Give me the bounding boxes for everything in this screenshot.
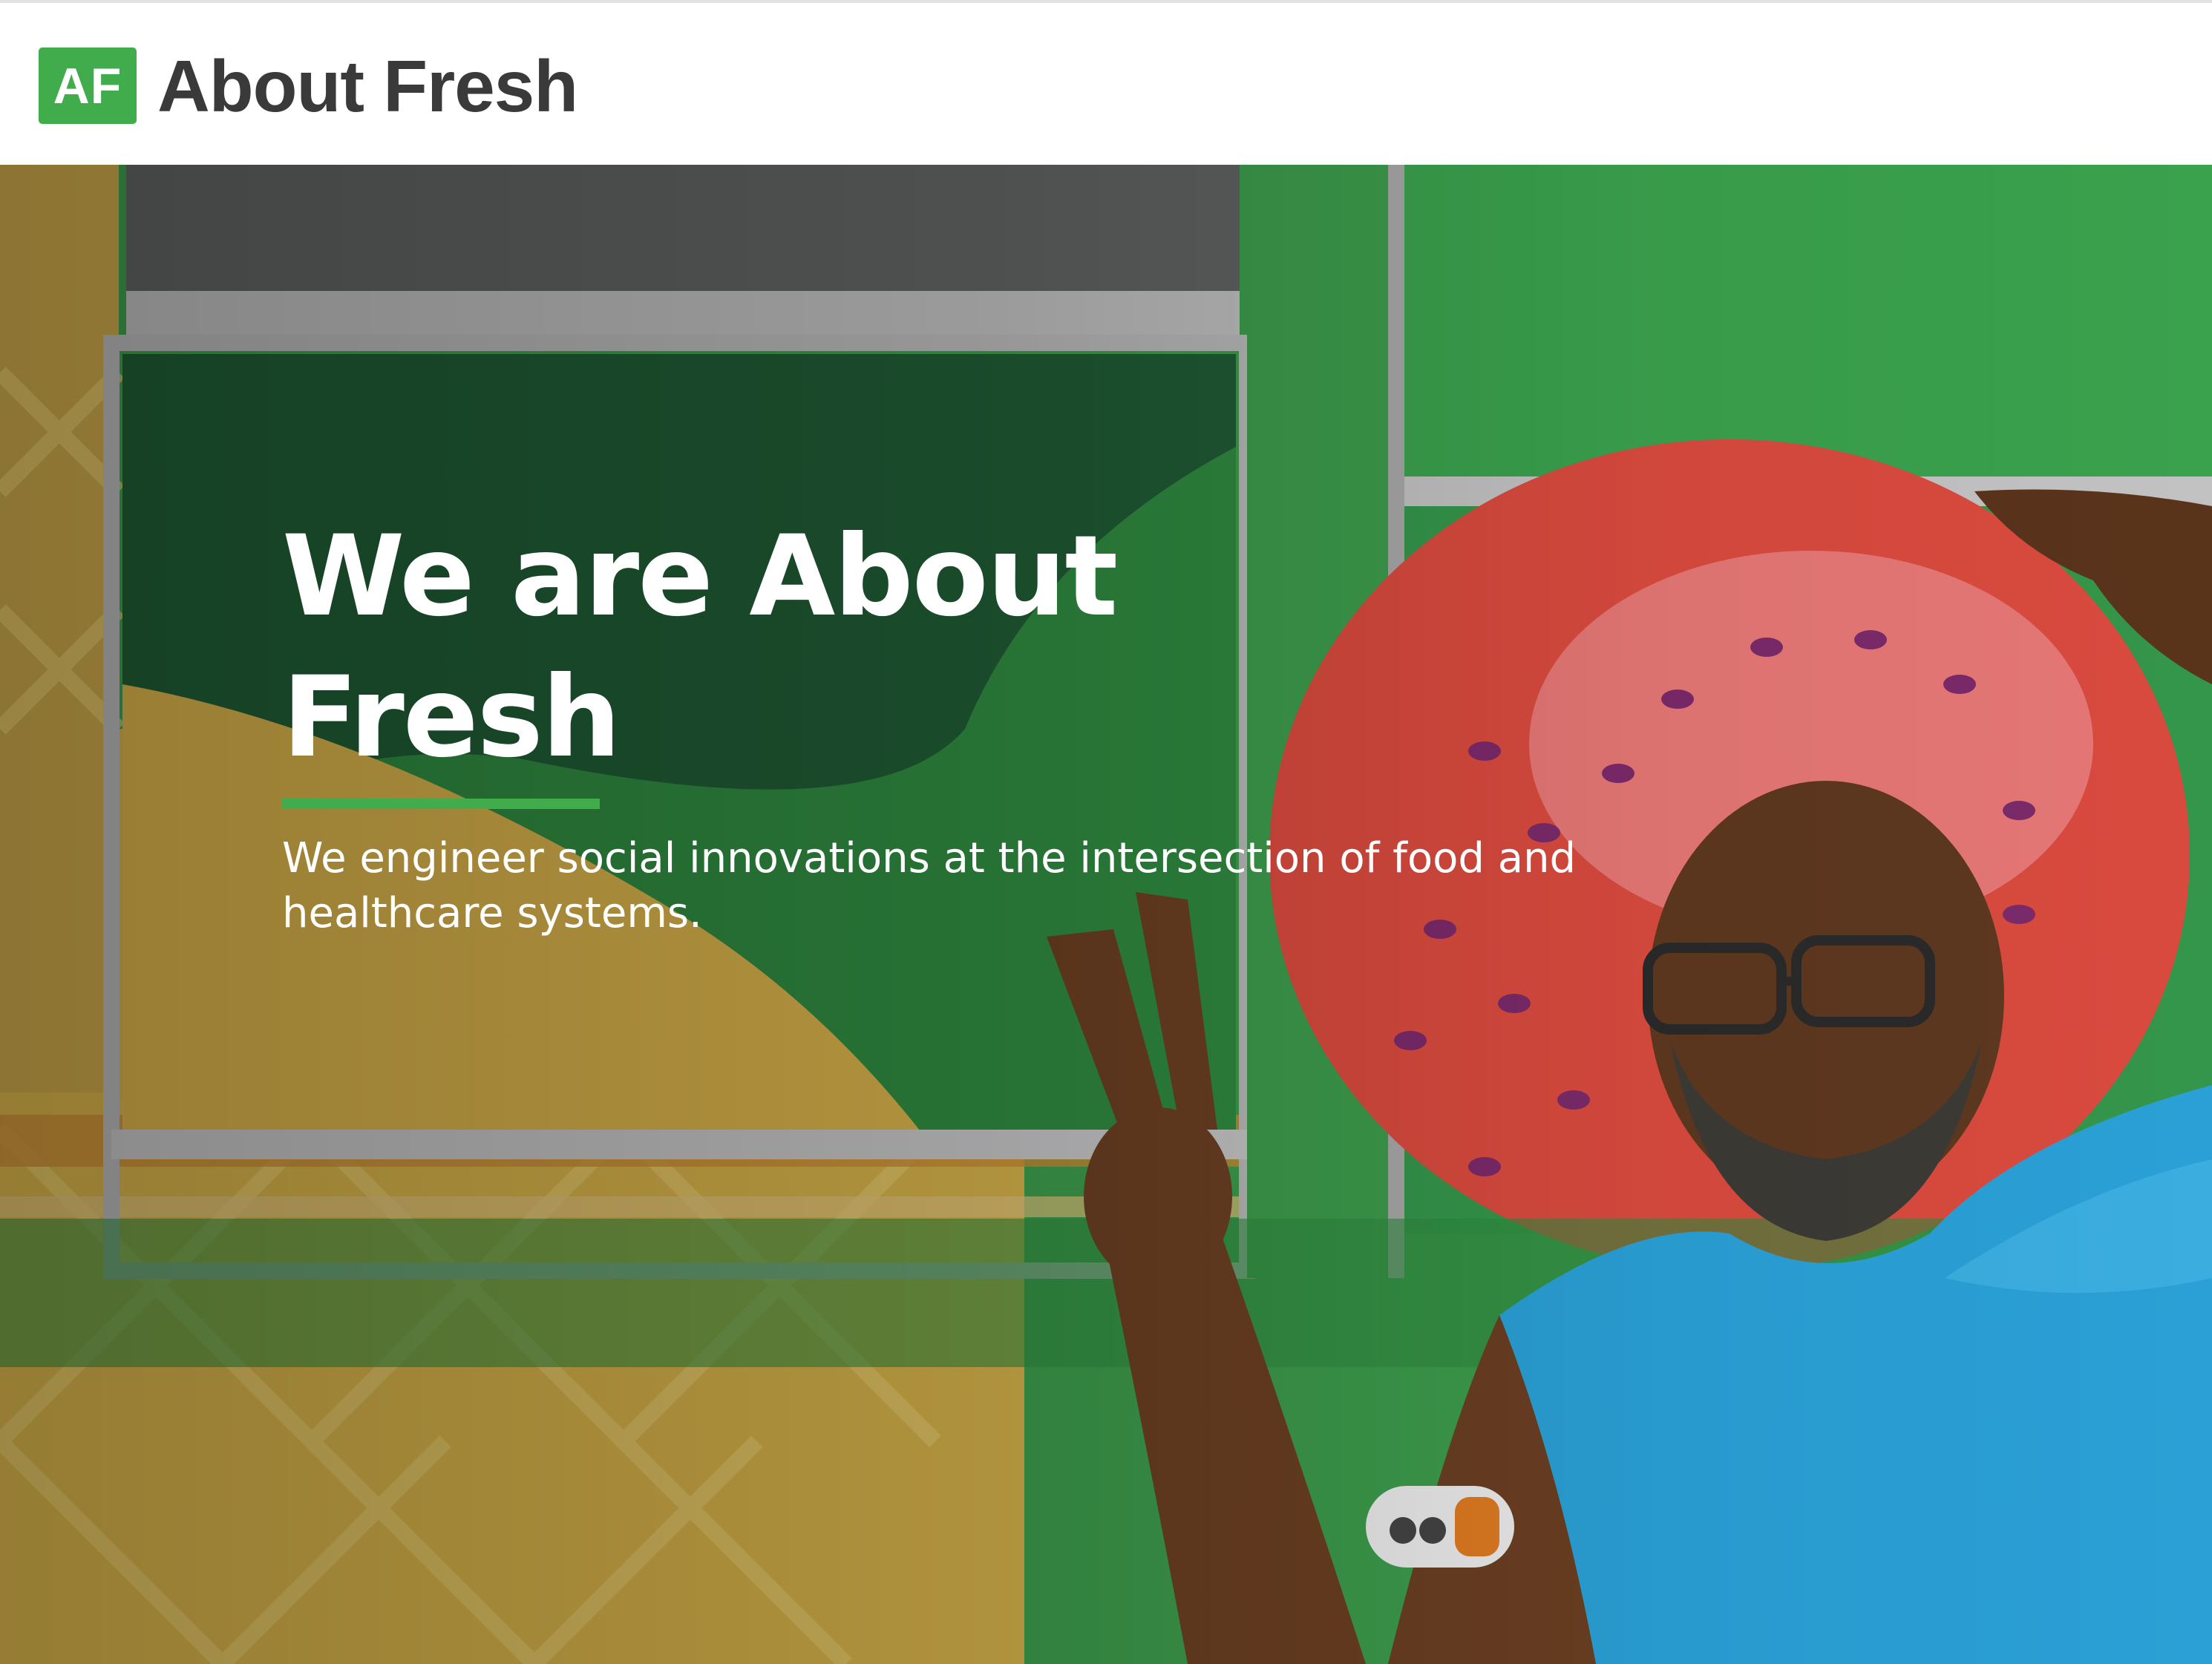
logo-text: About Fresh: [157, 45, 578, 127]
hero-content: We are About Fresh We engineer social in…: [282, 506, 1692, 941]
logo-link[interactable]: AF About Fresh: [39, 45, 578, 127]
hero-title-underline: [282, 799, 600, 809]
hero-title: We are About Fresh: [282, 512, 1118, 782]
hero-subtitle: We engineer social innovations at the in…: [282, 834, 1577, 937]
logo-mark: AF: [39, 48, 137, 124]
site-header: AF About Fresh: [0, 0, 2212, 165]
hero-section: We are About Fresh We engineer social in…: [0, 165, 2212, 1664]
